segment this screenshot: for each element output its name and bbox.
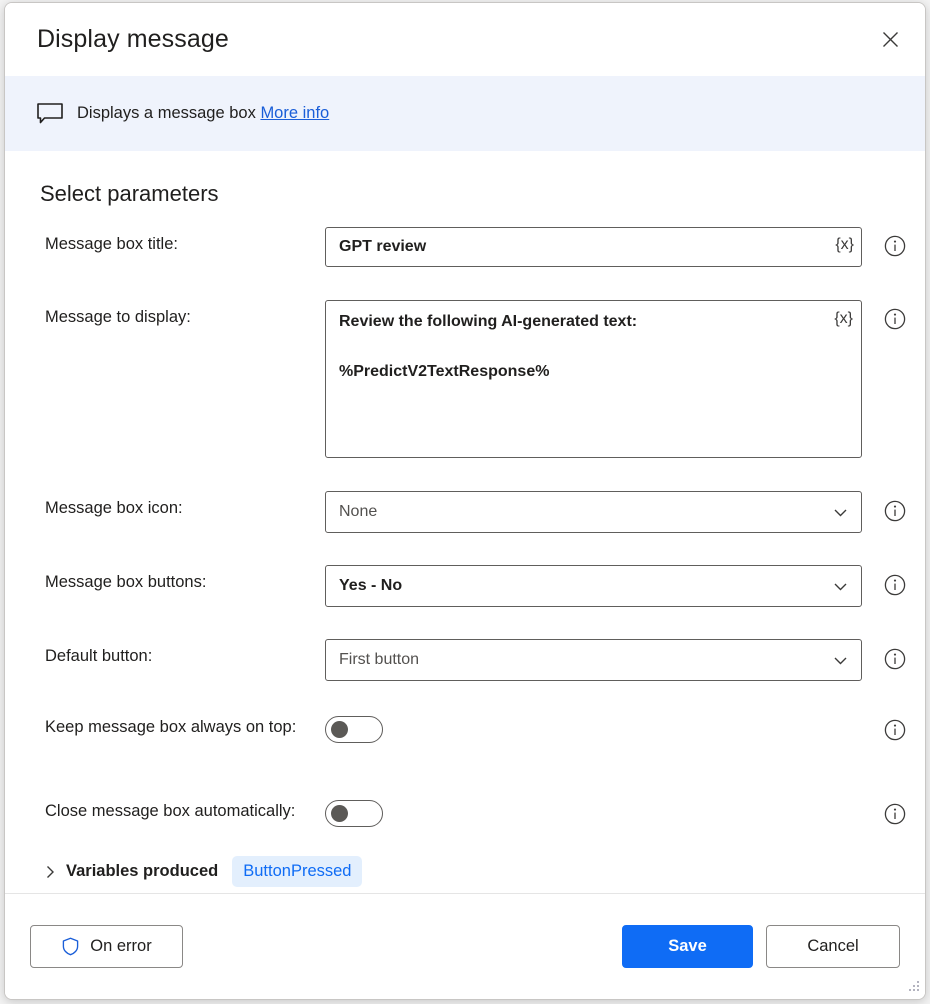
- close-automatically-toggle[interactable]: [325, 800, 383, 827]
- on-error-button[interactable]: On error: [30, 925, 183, 968]
- parameter-rows: Message box title: {x} Message to displa…: [5, 227, 925, 838]
- shield-icon: [63, 937, 79, 956]
- variable-chip-buttonpressed[interactable]: ButtonPressed: [232, 856, 363, 887]
- banner-text: Displays a message box More info: [77, 104, 329, 123]
- cancel-button[interactable]: Cancel: [766, 925, 900, 968]
- variable-picker-button[interactable]: {x}: [834, 310, 853, 328]
- dialog-footer: On error Save Cancel: [5, 893, 925, 999]
- label-message-box-buttons: Message box buttons:: [45, 573, 207, 591]
- message-box-title-input[interactable]: [325, 227, 862, 267]
- save-button[interactable]: Save: [622, 925, 753, 968]
- row-message-box-buttons: Message box buttons: Yes - No: [5, 565, 925, 609]
- dialog-titlebar: Display message: [5, 3, 925, 76]
- chevron-down-icon: [834, 509, 847, 516]
- message-box-icon-select[interactable]: None: [325, 491, 862, 533]
- more-info-link[interactable]: More info: [260, 104, 329, 122]
- info-slot: [862, 794, 906, 825]
- info-icon[interactable]: [884, 500, 906, 522]
- field-default-button: First button: [325, 639, 862, 681]
- info-slot: [862, 639, 906, 670]
- variables-produced-section[interactable]: Variables produced ButtonPressed: [43, 856, 925, 887]
- row-default-button: Default button: First button: [5, 639, 925, 683]
- toggle-knob: [331, 721, 348, 738]
- label-default-button: Default button:: [45, 647, 153, 665]
- field-message-box-icon: None: [325, 491, 862, 533]
- label-message-box-icon: Message box icon:: [45, 499, 183, 517]
- message-box-buttons-value: Yes - No: [339, 577, 403, 594]
- row-message-box-icon: Message box icon: None: [5, 491, 925, 535]
- display-message-dialog: Display message Displays a message box M…: [4, 2, 926, 1000]
- default-button-value: First button: [339, 651, 420, 668]
- variable-picker-button[interactable]: {x}: [835, 236, 854, 254]
- field-message-box-buttons: Yes - No: [325, 565, 862, 607]
- cancel-label: Cancel: [807, 937, 859, 955]
- chevron-down-icon: [834, 583, 847, 590]
- field-keep-on-top: [325, 710, 862, 743]
- variables-produced-title: Variables produced: [66, 862, 219, 880]
- info-icon[interactable]: [884, 308, 906, 330]
- resize-grip[interactable]: [907, 981, 920, 994]
- save-label: Save: [668, 937, 707, 955]
- field-message-box-title: {x}: [325, 227, 862, 267]
- info-icon[interactable]: [884, 803, 906, 825]
- page-title: Display message: [37, 25, 229, 53]
- banner-description: Displays a message box: [77, 104, 256, 122]
- close-button[interactable]: [867, 17, 913, 63]
- chevron-right-icon: [47, 865, 54, 878]
- info-slot: [862, 491, 906, 522]
- info-icon[interactable]: [884, 648, 906, 670]
- close-icon: [882, 32, 898, 47]
- field-close-automatically: [325, 794, 862, 827]
- keep-on-top-toggle[interactable]: [325, 716, 383, 743]
- dialog-body: Select parameters Message box title: {x}: [5, 151, 925, 893]
- description-banner: Displays a message box More info: [5, 76, 925, 151]
- chevron-down-icon: [834, 657, 847, 664]
- info-icon[interactable]: [884, 235, 906, 257]
- message-box-icon-value: None: [339, 503, 378, 520]
- message-to-display-textarea[interactable]: Review the following AI-generated text: …: [325, 300, 862, 458]
- label-keep-on-top: Keep message box always on top:: [45, 718, 297, 736]
- row-keep-on-top: Keep message box always on top:: [5, 710, 925, 754]
- message-box-buttons-select[interactable]: Yes - No: [325, 565, 862, 607]
- label-message-to-display: Message to display:: [45, 308, 191, 326]
- info-slot: [862, 227, 906, 257]
- row-message-to-display: Message to display: Review the following…: [5, 300, 925, 463]
- info-slot: [862, 710, 906, 741]
- info-slot: [862, 565, 906, 596]
- section-heading: Select parameters: [40, 181, 219, 206]
- label-close-automatically: Close message box automatically:: [45, 802, 296, 820]
- message-box-icon: [37, 102, 63, 123]
- default-button-select[interactable]: First button: [325, 639, 862, 681]
- info-slot: [862, 300, 906, 330]
- row-close-automatically: Close message box automatically:: [5, 794, 925, 838]
- toggle-knob: [331, 805, 348, 822]
- info-icon[interactable]: [884, 574, 906, 596]
- field-message-to-display: Review the following AI-generated text: …: [325, 300, 862, 463]
- row-message-box-title: Message box title: {x}: [5, 227, 925, 271]
- info-icon[interactable]: [884, 719, 906, 741]
- on-error-label: On error: [90, 937, 152, 955]
- label-message-box-title: Message box title:: [45, 235, 178, 253]
